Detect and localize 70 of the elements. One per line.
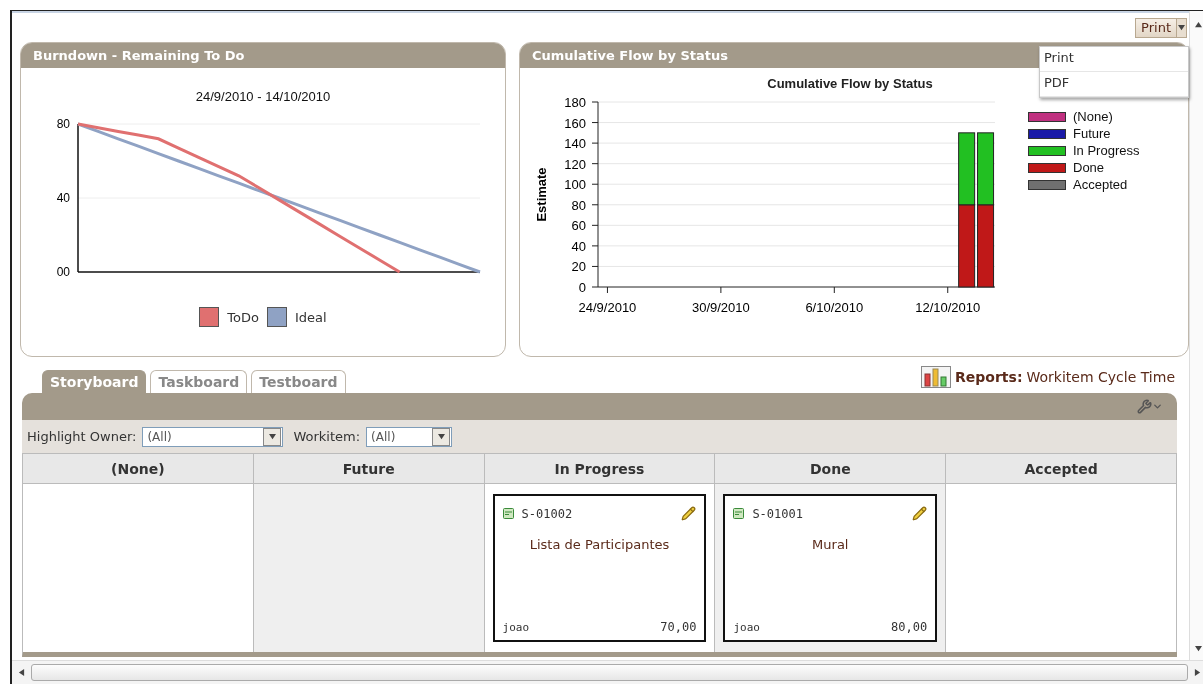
axis-tick-label: 60	[571, 218, 586, 234]
filter-label: Highlight Owner:	[27, 429, 137, 444]
card-id: S-01002	[521, 506, 573, 521]
axis-tick-label: 120	[564, 156, 586, 172]
legend-label: Ideal	[295, 309, 327, 325]
axis-tick-label: 80	[56, 117, 70, 131]
legend-label: (None)	[1073, 108, 1113, 125]
legend-label: In Progress	[1073, 142, 1140, 159]
story-card[interactable]: S-01001 Mural joao 80,00	[723, 494, 938, 642]
card-owner: joao	[733, 621, 760, 634]
card-id: S-01001	[752, 506, 803, 521]
chart-title: Cumulative Flow by Status	[767, 76, 933, 91]
axis-tick-label: 140	[564, 136, 586, 152]
edit-icon[interactable]	[912, 506, 928, 521]
axis-tick-label: 40	[56, 191, 70, 205]
scroll-up-icon[interactable]	[1195, 21, 1202, 28]
legend-label: Future	[1073, 125, 1111, 142]
legend-label: Done	[1073, 159, 1105, 176]
column-header: Future	[253, 453, 485, 484]
filter-label: Workitem:	[293, 429, 361, 444]
story-icon	[733, 508, 745, 519]
print-button[interactable]: Print	[1135, 17, 1177, 38]
column-header: (None)	[23, 453, 254, 484]
menu-item[interactable]: Print	[1040, 47, 1188, 72]
story-icon	[502, 508, 514, 519]
column-header: Done	[715, 453, 947, 484]
board-tab[interactable]: Testboard	[251, 370, 346, 393]
bar-chart-icon	[921, 366, 952, 388]
card-title: Mural	[811, 537, 850, 552]
print-dropdown-button[interactable]	[1177, 17, 1187, 38]
axis-tick-label: 12/10/2010	[915, 300, 981, 315]
axis-title: Estimate	[534, 167, 549, 222]
axis-tick-label: 00	[56, 265, 70, 279]
axis-tick-label: 100	[564, 177, 586, 193]
wrench-icon	[1137, 399, 1152, 414]
filter-select[interactable]: (All)	[366, 426, 453, 447]
chart-subtitle: 24/9/2010 - 14/10/2010	[194, 89, 332, 104]
axis-tick-label: 30/9/2010	[691, 300, 750, 315]
settings-menu-button[interactable]	[1137, 399, 1163, 414]
card-estimate: 80,00	[891, 620, 928, 634]
filter-select[interactable]: (All)	[142, 426, 284, 447]
axis-tick-label: 160	[564, 115, 586, 131]
legend-label: Accepted	[1073, 176, 1128, 193]
horizontal-scrollbar[interactable]	[12, 660, 1203, 684]
card-estimate: 70,00	[660, 620, 697, 634]
column-header: Accepted	[946, 453, 1177, 484]
scroll-left-icon[interactable]	[18, 669, 25, 676]
reports-label: Reports:	[955, 369, 1023, 385]
card-owner: joao	[502, 621, 530, 634]
axis-tick-label: 20	[571, 259, 586, 275]
axis-tick-label: 80	[571, 197, 586, 213]
axis-tick-label: 6/10/2010	[805, 300, 864, 315]
panel-title: Burndown - Remaining To Do	[21, 43, 505, 68]
axis-tick-label: 24/9/2010	[578, 300, 637, 315]
vertical-scrollbar[interactable]	[1189, 11, 1203, 660]
menu-item[interactable]: PDF	[1040, 72, 1188, 97]
story-card[interactable]: S-01002 Lista de Participantes joao 70,00	[492, 494, 707, 642]
column-header: In Progress	[484, 453, 716, 484]
axis-tick-label: 0	[578, 280, 586, 295]
scroll-down-icon[interactable]	[1195, 645, 1202, 652]
report-link[interactable]: Workitem Cycle Time	[1026, 369, 1175, 385]
board-tab[interactable]: Taskboard	[150, 370, 248, 393]
legend-label: ToDo	[227, 309, 259, 325]
scroll-right-icon[interactable]	[1194, 669, 1201, 676]
card-title: Lista de Participantes	[528, 537, 671, 552]
caret-icon	[1152, 401, 1163, 412]
caret-icon[interactable]	[1178, 24, 1185, 31]
axis-tick-label: 40	[571, 238, 586, 254]
axis-tick-label: 180	[564, 95, 586, 110]
edit-icon[interactable]	[681, 506, 697, 521]
